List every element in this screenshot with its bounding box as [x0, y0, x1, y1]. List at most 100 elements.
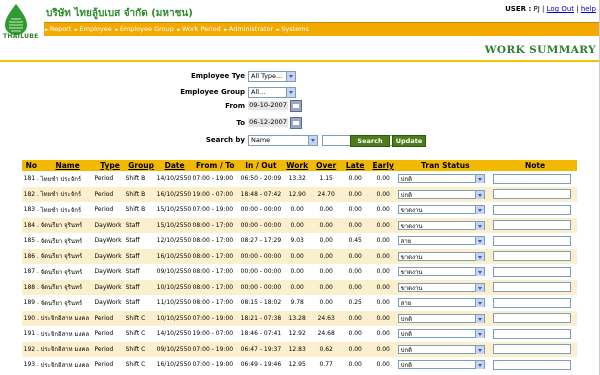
- user-sep: |: [576, 5, 579, 13]
- nav-item-systems[interactable]: Systems: [281, 25, 309, 33]
- tran-status-select[interactable]: ปกติ: [397, 360, 485, 370]
- note-input[interactable]: [492, 220, 571, 231]
- chevron-down-icon[interactable]: [474, 330, 484, 339]
- note-input[interactable]: [492, 282, 571, 293]
- chevron-down-icon[interactable]: [286, 72, 295, 81]
- cell-group: Staff: [125, 264, 157, 280]
- cell-name: ไทยชำ ประจักร์: [40, 171, 95, 187]
- chevron-down-icon[interactable]: [474, 314, 484, 323]
- cell-early: 0.00: [368, 202, 398, 218]
- chevron-down-icon[interactable]: [474, 206, 484, 215]
- chevron-down-icon[interactable]: [474, 175, 484, 184]
- note-input[interactable]: [492, 204, 571, 215]
- note-input[interactable]: [492, 235, 571, 246]
- logout-link[interactable]: Log Out: [547, 5, 574, 13]
- cell-group: Shift B: [125, 186, 157, 202]
- cell-late: 0.00: [341, 357, 369, 373]
- to-date-field[interactable]: 06-12-2007: [248, 118, 288, 127]
- tran-status-select[interactable]: ปกติ: [397, 189, 485, 199]
- chevron-down-icon[interactable]: [474, 221, 484, 230]
- note-input[interactable]: [492, 313, 571, 324]
- cell-fromto: 07:00 - 19:00: [192, 341, 239, 357]
- cell-over: 0.00: [310, 217, 342, 233]
- chevron-down-icon[interactable]: [474, 252, 484, 261]
- note-input[interactable]: [492, 297, 571, 308]
- cell-name: ไทยชำ ประจักร์: [40, 202, 95, 218]
- nav-item-report[interactable]: Report: [50, 25, 72, 33]
- nav-item-administrator[interactable]: Administrator: [229, 25, 273, 33]
- cell-no: 189 .: [22, 295, 41, 311]
- tran-status-select[interactable]: ขาดงาน: [397, 205, 485, 215]
- tran-status-select[interactable]: ขาดงาน: [397, 267, 485, 277]
- tran-status-value: ปกติ: [400, 362, 412, 370]
- col-work[interactable]: Work: [283, 160, 311, 171]
- search-by-select[interactable]: Name: [248, 135, 318, 146]
- tran-status-select[interactable]: สาย: [397, 298, 485, 308]
- col-group[interactable]: Group: [125, 160, 157, 171]
- tran-status-select[interactable]: ขาดงาน: [397, 220, 485, 230]
- chevron-down-icon[interactable]: [474, 190, 484, 199]
- chevron-down-icon[interactable]: [474, 237, 484, 246]
- cell-early: 0.00: [368, 310, 398, 326]
- app-header: THAILUBE บริษัท ไทยลู้บเบส จำกัด (มหาชน)…: [0, 0, 600, 43]
- col-early[interactable]: Early: [368, 160, 398, 171]
- cell-work: 12.90: [283, 186, 311, 202]
- chevron-down-icon[interactable]: [474, 268, 484, 277]
- calendar-icon[interactable]: [290, 100, 302, 112]
- cell-note: [492, 341, 577, 357]
- employee-group-select[interactable]: All...: [248, 87, 296, 98]
- cell-fromto: 08:00 - 17:00: [192, 248, 239, 264]
- cell-work: 0.00: [283, 202, 311, 218]
- col-over[interactable]: Over: [310, 160, 342, 171]
- col-from-to: From / To: [192, 160, 239, 171]
- table-row: 186 . จัดนรียา จุรินทร์ DayWork Staff 16/10/…: [22, 248, 577, 264]
- cell-early: 0.00: [368, 357, 398, 373]
- note-input[interactable]: [492, 344, 571, 355]
- help-link[interactable]: help: [581, 5, 596, 13]
- note-input[interactable]: [492, 359, 571, 370]
- nav-item-employee-group[interactable]: Employee Group: [120, 25, 174, 33]
- note-input[interactable]: [492, 251, 571, 262]
- tran-status-select[interactable]: ขาดงาน: [397, 282, 485, 292]
- cell-over: 0.00: [310, 279, 342, 295]
- tran-status-value: ขาดงาน: [400, 222, 423, 230]
- note-input[interactable]: [492, 173, 571, 184]
- chevron-down-icon[interactable]: [474, 299, 484, 308]
- cell-over: 1.15: [310, 171, 342, 187]
- chevron-down-icon[interactable]: [286, 88, 295, 97]
- cell-name: ประจิกอิสาห มงคล: [40, 357, 95, 373]
- tran-status-select[interactable]: สาย: [397, 236, 485, 246]
- cell-date: 12/10/2550: [156, 233, 193, 249]
- from-date-field[interactable]: 09-10-2007: [248, 101, 288, 110]
- tran-status-select[interactable]: ปกติ: [397, 344, 485, 354]
- cell-work: 0.00: [283, 264, 311, 280]
- tran-status-select[interactable]: ขาดงาน: [397, 251, 485, 261]
- note-input[interactable]: [492, 266, 571, 277]
- col-no: No: [22, 160, 41, 171]
- note-input[interactable]: [492, 328, 571, 339]
- cell-note: [492, 186, 577, 202]
- table-row: 182 . ไทยชำ ประจักร์ Period Shift B 16/10/25…: [22, 186, 577, 202]
- tran-status-select[interactable]: ปกติ: [397, 329, 485, 339]
- chevron-down-icon[interactable]: [308, 136, 317, 145]
- employee-type-select[interactable]: All Type...: [248, 71, 296, 82]
- update-button[interactable]: Update: [392, 135, 426, 147]
- cell-fromto: 08:00 - 17:00: [192, 279, 239, 295]
- search-button[interactable]: Search: [350, 135, 390, 147]
- nav-item-work-period[interactable]: Work Period: [182, 25, 221, 33]
- note-input[interactable]: [492, 189, 571, 200]
- col-name[interactable]: Name: [40, 160, 95, 171]
- chevron-down-icon[interactable]: [474, 283, 484, 292]
- calendar-icon[interactable]: [290, 117, 302, 129]
- chevron-down-icon[interactable]: [474, 345, 484, 354]
- nav-item-employee[interactable]: Employee: [80, 25, 112, 33]
- cell-name: จัดนรียา จุรินทร์: [40, 264, 95, 280]
- col-type[interactable]: Type: [94, 160, 126, 171]
- tran-status-select[interactable]: ปกติ: [397, 174, 485, 184]
- cell-group: Staff: [125, 233, 157, 249]
- chevron-down-icon[interactable]: [474, 361, 484, 370]
- col-date[interactable]: Date: [156, 160, 193, 171]
- cell-group: Shift B: [125, 202, 157, 218]
- tran-status-select[interactable]: ปกติ: [397, 313, 485, 323]
- col-late[interactable]: Late: [341, 160, 369, 171]
